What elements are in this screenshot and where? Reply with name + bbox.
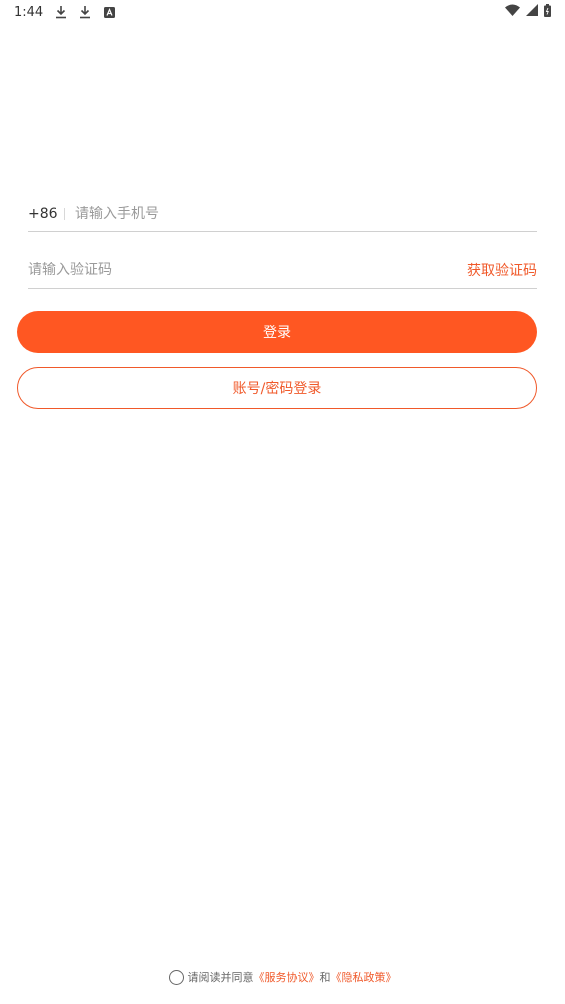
phone-input[interactable] [75,205,537,222]
login-screen: 1:44 +86 请输入手机号 请输入验证码 获取验证码 登录 账号/密码登录 … [0,0,565,1004]
privacy-policy-link[interactable]: 《隐私政策》 [331,969,397,985]
agreement-prefix: 请阅读并同意 [187,971,254,984]
country-code-divider [64,207,65,220]
verification-code-input[interactable] [28,262,467,278]
signal-icon [526,4,538,20]
status-time: 1:44 [14,4,44,20]
status-right [505,3,551,21]
a-box-icon [103,5,115,19]
agreement: 请阅读并同意 《服务协议》 和 《隐私政策》 [0,967,565,987]
status-left: 1:44 [14,5,115,20]
agreement-and: 和 [319,971,331,984]
agreement-checkbox[interactable] [168,969,184,985]
login-button[interactable]: 登录 [17,311,537,353]
get-code-button[interactable]: 获取验证码 [467,260,537,280]
battery-icon [544,3,551,21]
wifi-icon [505,4,520,20]
password-login-button[interactable]: 账号/密码登录 [17,367,537,409]
download-icon [79,5,91,19]
country-code[interactable]: +86 [28,206,62,222]
status-bar: 1:44 [0,0,565,24]
verification-code-field: 获取验证码 [28,252,537,289]
download-icon [55,5,67,19]
service-agreement-link[interactable]: 《服务协议》 [254,969,320,985]
phone-field: +86 [28,196,537,232]
